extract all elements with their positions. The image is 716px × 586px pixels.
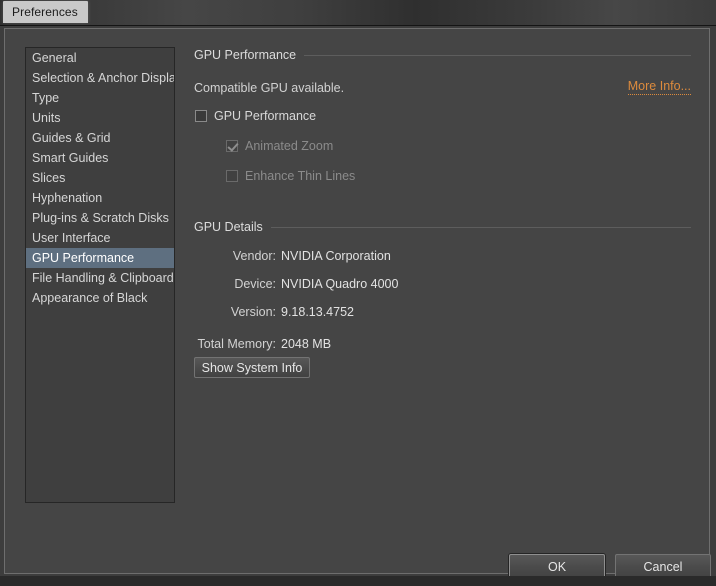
section-header-gpu-details: GPU Details [194, 219, 691, 235]
gpu-detail-value: 9.18.13.4752 [281, 305, 354, 319]
checkbox-row-gpu-performance[interactable]: GPU Performance [195, 109, 316, 123]
window-titlebar: Preferences [0, 0, 716, 26]
enhance-thin-lines-checkbox [226, 170, 238, 182]
section-header-gpu-performance: GPU Performance [194, 47, 691, 63]
sidebar-item-type[interactable]: Type [26, 88, 174, 108]
sidebar-item-general[interactable]: General [26, 48, 174, 68]
gpu-performance-pane: GPU Performance Compatible GPU available… [194, 47, 691, 547]
gpu-performance-checkbox[interactable] [195, 110, 207, 122]
section-divider [270, 226, 691, 228]
preferences-dialog: General Selection & Anchor Display Type Uni… [4, 28, 711, 579]
window-bottom-strip [0, 576, 716, 586]
gpu-detail-row: Vendor: NVIDIA Corporation [194, 249, 691, 263]
sidebar-item-guides-grid[interactable]: Guides & Grid [26, 128, 174, 148]
sidebar-item-appearance-of-black[interactable]: Appearance of Black [26, 288, 174, 308]
total-memory-row: Total Memory: 2048 MB [194, 337, 332, 351]
sidebar-item-user-interface[interactable]: User Interface [26, 228, 174, 248]
animated-zoom-checkbox [226, 140, 238, 152]
section-title-gpu-details: GPU Details [194, 220, 263, 234]
sidebar-item-units[interactable]: Units [26, 108, 174, 128]
gpu-status-row: Compatible GPU available. More Info... [194, 79, 691, 95]
gpu-detail-label: Device: [234, 277, 276, 291]
preferences-window: Preferences General Selection & Anchor Di… [0, 0, 716, 586]
gpu-detail-row: Device: NVIDIA Quadro 4000 [194, 277, 691, 291]
checkbox-row-enhance-thin-lines: Enhance Thin Lines [226, 169, 355, 183]
sidebar-item-smart-guides[interactable]: Smart Guides [26, 148, 174, 168]
sidebar-item-file-handling-clipboard[interactable]: File Handling & Clipboard [26, 268, 174, 288]
animated-zoom-checkbox-label: Animated Zoom [245, 139, 334, 153]
section-title-gpu-performance: GPU Performance [194, 48, 297, 62]
category-list[interactable]: General Selection & Anchor Display Type Uni… [25, 47, 175, 503]
sidebar-item-plug-ins-scratch-disks[interactable]: Plug-ins & Scratch Disks [26, 208, 174, 228]
show-system-info-button[interactable]: Show System Info [194, 357, 310, 378]
gpu-detail-label: Version: [230, 305, 276, 319]
sidebar-item-gpu-performance[interactable]: GPU Performance [26, 248, 174, 268]
gpu-detail-value: NVIDIA Quadro 4000 [281, 277, 399, 291]
gpu-details-list: Vendor: NVIDIA Corporation Device: NVIDIA Q… [194, 249, 691, 333]
gpu-performance-checkbox-label: GPU Performance [214, 109, 317, 123]
sidebar-item-selection-anchor-display[interactable]: Selection & Anchor Display [26, 68, 174, 88]
window-title: Preferences [3, 1, 88, 23]
gpu-detail-row: Version: 9.18.13.4752 [194, 305, 691, 319]
sidebar-item-hyphenation[interactable]: Hyphenation [26, 188, 174, 208]
enhance-thin-lines-checkbox-label: Enhance Thin Lines [245, 169, 356, 183]
more-info-link[interactable]: More Info... [627, 79, 691, 95]
gpu-detail-value: NVIDIA Corporation [281, 249, 391, 263]
section-divider [304, 54, 691, 56]
sidebar-item-slices[interactable]: Slices [26, 168, 174, 188]
gpu-status-text: Compatible GPU available. [194, 81, 345, 95]
total-memory-label: Total Memory: [197, 337, 277, 351]
total-memory-value: 2048 MB [281, 337, 332, 351]
gpu-detail-label: Vendor: [232, 249, 276, 263]
checkbox-row-animated-zoom: Animated Zoom [226, 139, 333, 153]
